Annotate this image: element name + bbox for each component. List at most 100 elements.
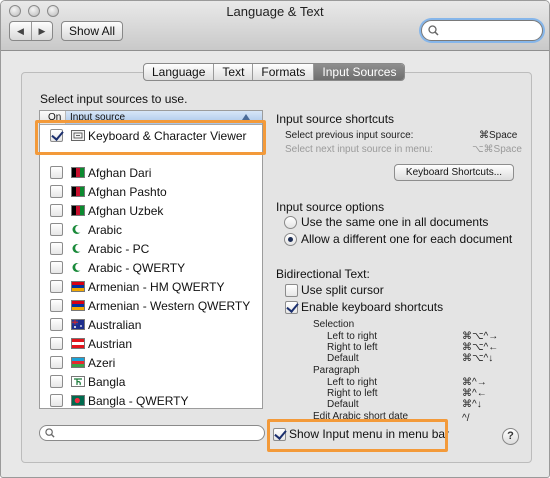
list-item-label: Afghan Pashto	[88, 184, 167, 199]
list-item[interactable]: Arabic - QWERTY	[40, 258, 262, 277]
options-section-title: Input source options	[276, 200, 385, 214]
keyboard-viewer-highlight	[35, 120, 266, 155]
selection-default-label: Default	[327, 353, 359, 364]
tab-text[interactable]: Text	[213, 64, 252, 80]
search-field[interactable]	[421, 20, 543, 41]
next-source-shortcut: ⌥⌘Space	[472, 144, 522, 155]
armenia-flag-icon	[71, 300, 85, 311]
list-item[interactable]: Afghan Pashto	[40, 182, 262, 201]
search-icon	[428, 25, 439, 36]
selection-rtl-label: Right to left	[327, 342, 378, 353]
afghanistan-flag-icon	[71, 186, 85, 197]
afghanistan-flag-icon	[71, 167, 85, 178]
show-input-menu-highlight	[267, 419, 448, 452]
tab-language[interactable]: Language	[144, 64, 213, 80]
list-item-checkbox[interactable]	[50, 185, 63, 198]
arabic-crescent-icon	[71, 243, 85, 254]
arabic-crescent-icon	[71, 262, 85, 273]
list-item-label: Afghan Dari	[88, 165, 152, 180]
title-bar: Language & Text ◀ ▶ Show All	[1, 1, 549, 51]
list-item-checkbox[interactable]	[50, 204, 63, 217]
paragraph-subheading: Paragraph	[313, 365, 360, 376]
split-cursor-label: Use split cursor	[301, 283, 384, 297]
keyboard-shortcuts-button[interactable]: Keyboard Shortcuts...	[394, 164, 514, 181]
list-item-label: Bangla - QWERTY	[88, 393, 189, 408]
afghanistan-flag-icon	[71, 205, 85, 216]
list-item[interactable]: Azeri	[40, 353, 262, 372]
help-button[interactable]: ?	[502, 428, 519, 445]
selection-default-shortcut: ⌘⌥^↓	[462, 353, 494, 364]
list-item-checkbox[interactable]	[50, 337, 63, 350]
list-item[interactable]: Arabic - PC	[40, 239, 262, 258]
list-item-label: Azeri	[88, 355, 116, 370]
list-item-label: Australian	[88, 317, 142, 332]
list-item-label: Bangla	[88, 374, 126, 389]
radio-different-each-document-label: Allow a different one for each document	[301, 232, 513, 246]
list-item[interactable]: Bangla	[40, 372, 262, 391]
back-forward-control: ◀ ▶	[9, 21, 53, 41]
tab-formats[interactable]: Formats	[252, 64, 313, 80]
paragraph-default-label: Default	[327, 399, 359, 410]
enable-shortcuts-label: Enable keyboard shortcuts	[301, 300, 444, 314]
next-source-label: Select next input source in menu:	[285, 144, 433, 155]
enable-shortcuts-checkbox[interactable]	[285, 301, 298, 314]
bangla-icon	[71, 376, 85, 387]
list-item-label: Armenian - Western QWERTY	[88, 298, 251, 313]
list-item-checkbox[interactable]	[50, 166, 63, 179]
list-item[interactable]: Australian	[40, 315, 262, 334]
shortcuts-section-title: Input source shortcuts	[276, 112, 395, 126]
austria-flag-icon	[71, 338, 85, 349]
paragraph-rtl-label: Right to left	[327, 388, 378, 399]
list-item-checkbox[interactable]	[50, 223, 63, 236]
paragraph-ltr-shortcut: ⌘^→	[462, 377, 487, 388]
list-item-label: Austrian	[88, 336, 133, 351]
list-item[interactable]: Arabic	[40, 220, 262, 239]
paragraph-default-shortcut: ⌘^↓	[462, 399, 482, 410]
list-item[interactable]: Afghan Dari	[40, 163, 262, 182]
armenia-flag-icon	[71, 281, 85, 292]
list-item-checkbox[interactable]	[50, 299, 63, 312]
tab-input-sources[interactable]: Input Sources	[313, 64, 405, 80]
list-heading: Select input sources to use.	[40, 92, 188, 106]
list-item-checkbox[interactable]	[50, 356, 63, 369]
list-item-label: Afghan Uzbek	[88, 203, 164, 218]
window-title: Language & Text	[226, 4, 324, 19]
list-item-checkbox[interactable]	[50, 261, 63, 274]
selection-ltr-shortcut: ⌘⌥^→	[462, 331, 499, 342]
azerbaijan-flag-icon	[71, 357, 85, 368]
bangladesh-flag-icon	[71, 395, 85, 406]
selection-rtl-shortcut: ⌘⌥^←	[462, 342, 499, 353]
radio-same-all-documents-label: Use the same one in all documents	[301, 215, 489, 229]
back-arrow-icon[interactable]: ◀	[10, 22, 31, 40]
list-item-checkbox[interactable]	[50, 318, 63, 331]
paragraph-ltr-label: Left to right	[327, 377, 378, 388]
paragraph-rtl-shortcut: ⌘^←	[462, 388, 487, 399]
list-item-label: Arabic	[88, 222, 123, 237]
list-item[interactable]: Afghan Uzbek	[40, 201, 262, 220]
list-item-checkbox[interactable]	[50, 375, 63, 388]
previous-source-shortcut: ⌘Space	[479, 130, 518, 141]
show-all-button[interactable]: Show All	[61, 21, 123, 41]
radio-different-each-document[interactable]	[284, 233, 297, 246]
list-item-label: Armenian - HM QWERTY	[88, 279, 225, 294]
list-item[interactable]: Austrian	[40, 334, 262, 353]
edit-arabic-date-shortcut: ^/	[462, 413, 470, 424]
list-item-checkbox[interactable]	[50, 280, 63, 293]
search-icon	[45, 428, 55, 438]
list-item[interactable]: Armenian - Western QWERTY	[40, 296, 262, 315]
list-item[interactable]: Bangla - QWERTY	[40, 391, 262, 408]
tab-bar: Language Text Formats Input Sources	[143, 63, 406, 81]
list-item[interactable]: Armenian - HM QWERTY	[40, 277, 262, 296]
list-item-label: Arabic - PC	[88, 241, 150, 256]
list-item-checkbox[interactable]	[50, 242, 63, 255]
list-item-checkbox[interactable]	[50, 394, 63, 407]
selection-ltr-label: Left to right	[327, 331, 378, 342]
bidi-section-title: Bidirectional Text:	[276, 267, 370, 281]
preferences-window: Language & Text ◀ ▶ Show All Language Te…	[0, 0, 550, 478]
split-cursor-checkbox[interactable]	[285, 284, 298, 297]
list-filter-field[interactable]	[39, 425, 265, 441]
radio-same-all-documents[interactable]	[284, 216, 297, 229]
arabic-crescent-icon	[71, 224, 85, 235]
forward-arrow-icon[interactable]: ▶	[30, 22, 52, 40]
list-item-label: Arabic - QWERTY	[88, 260, 186, 275]
